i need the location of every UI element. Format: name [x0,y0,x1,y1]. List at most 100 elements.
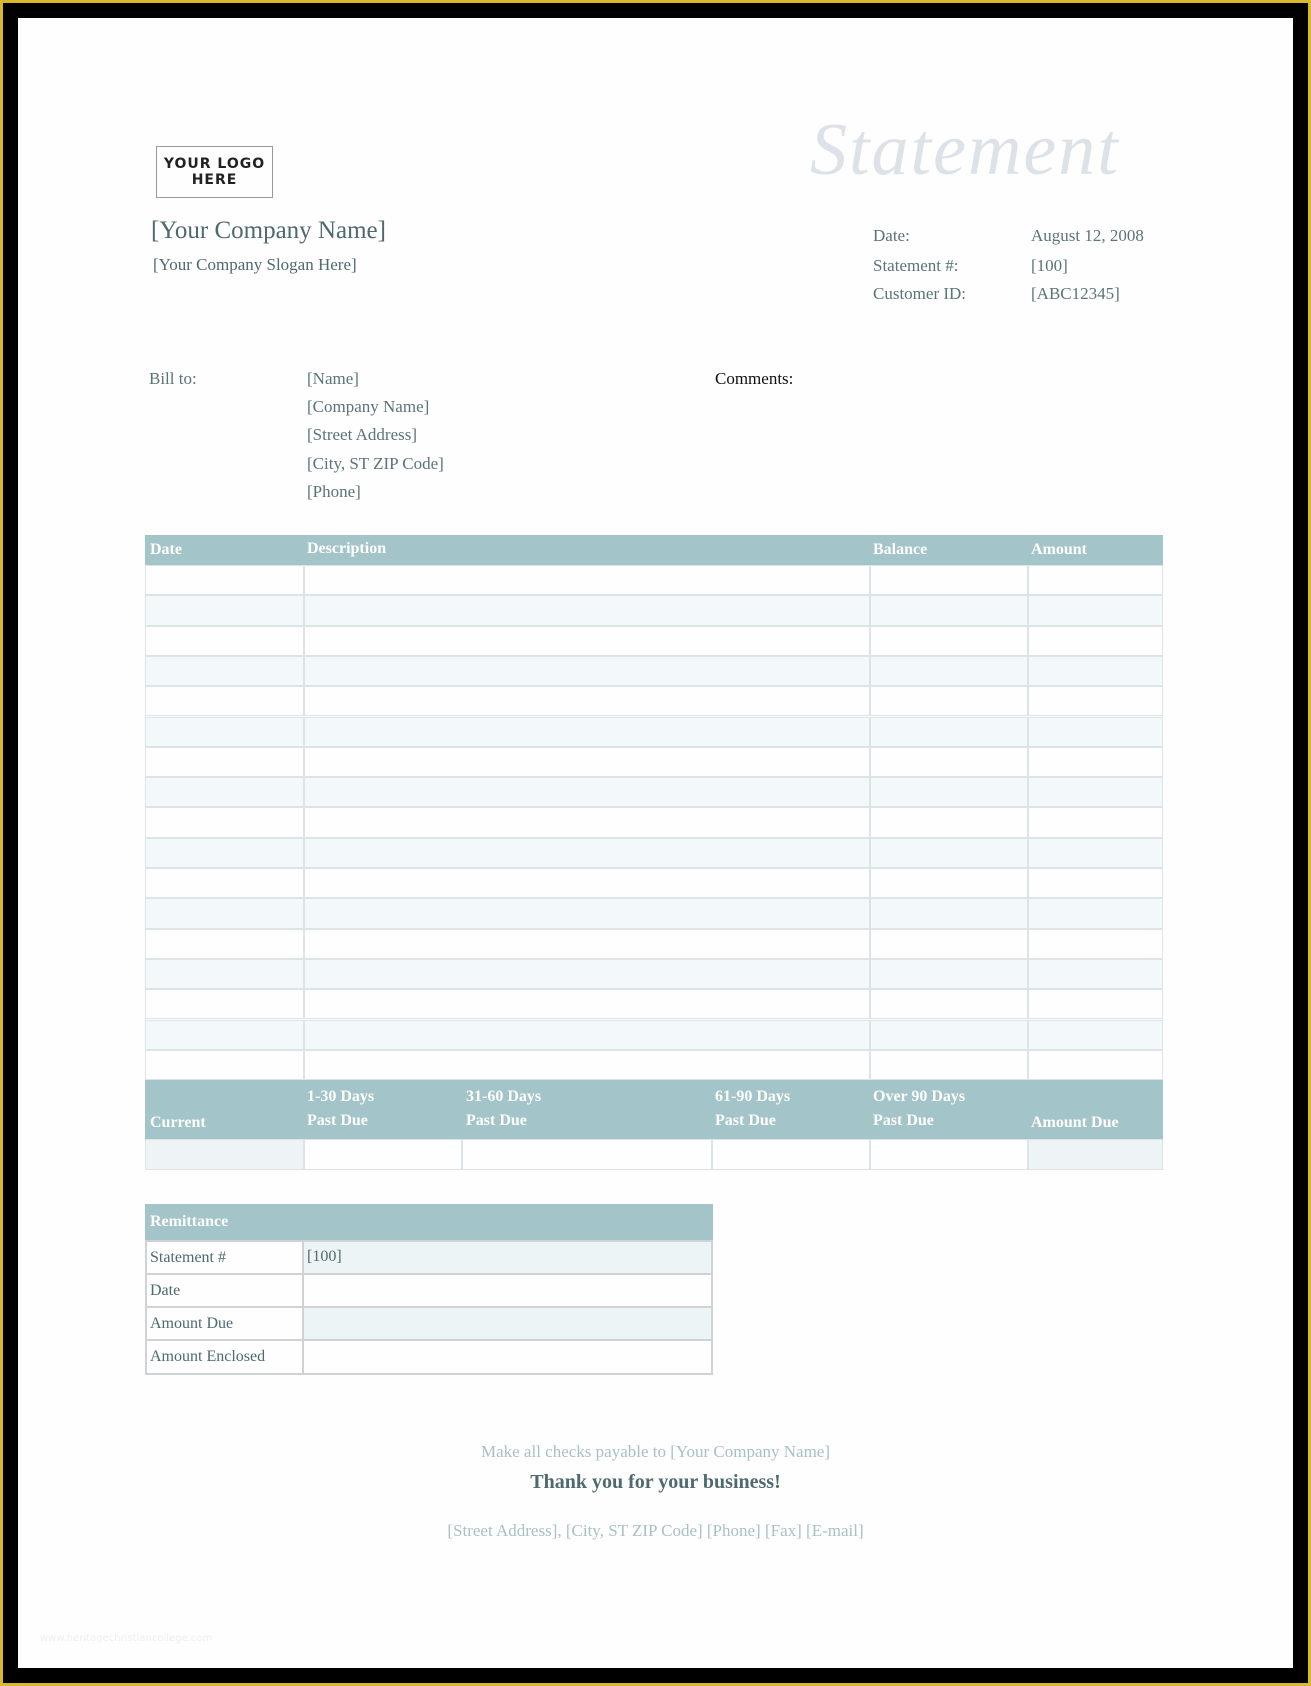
statement-cell-description[interactable] [304,928,870,959]
statement-cell-date[interactable] [145,928,304,959]
aging-cell-1-30[interactable] [304,1139,462,1170]
statement-cell-description[interactable] [304,625,870,656]
statement-cell-amount[interactable] [1028,837,1163,868]
remit-date-field[interactable] [302,1273,713,1308]
aging-cell-current[interactable] [145,1139,304,1170]
statement-row [145,837,1163,868]
statement-cell-amount[interactable] [1028,928,1163,959]
statement-cell-balance[interactable] [870,565,1028,596]
statement-cell-balance[interactable] [870,837,1028,868]
remit-date-label: Date [150,1282,181,1299]
bill-to-label: Bill to: [149,369,197,388]
statement-cell-amount[interactable] [1028,868,1163,899]
statement-cell-date[interactable] [145,716,304,747]
aging-header-amount-due: Amount Due [1031,1114,1119,1131]
statement-cell-description[interactable] [304,746,870,778]
statement-cell-description[interactable] [304,655,870,687]
statement-cell-amount[interactable] [1028,958,1163,990]
statement-cell-date[interactable] [145,989,304,1020]
statement-cell-description[interactable] [304,1019,870,1050]
statement-cell-description[interactable] [304,807,870,838]
statement-cell-amount[interactable] [1028,807,1163,838]
statement-cell-balance[interactable] [870,595,1028,626]
statement-cell-description[interactable] [304,595,870,626]
statement-row [145,1019,1163,1050]
statement-cell-amount[interactable] [1028,777,1163,808]
statement-cell-date[interactable] [145,777,304,808]
remittance-title: Remittance [150,1213,229,1230]
statement-cell-description[interactable] [304,989,870,1020]
meta-date-value: August 12, 2008 [1031,226,1144,245]
statement-cell-date[interactable] [145,625,304,656]
statement-cell-balance[interactable] [870,1019,1028,1050]
remit-statement-field[interactable]: [100] [302,1240,713,1275]
statement-cell-date[interactable] [145,655,304,687]
statement-cell-description[interactable] [304,1049,870,1081]
aging-table-header [145,1080,1163,1139]
aging-cell-amount-due[interactable] [1028,1139,1163,1170]
statement-cell-amount[interactable] [1028,655,1163,687]
statement-cell-date[interactable] [145,868,304,899]
statement-cell-description[interactable] [304,868,870,899]
statement-cell-balance[interactable] [870,777,1028,808]
statement-cell-balance[interactable] [870,989,1028,1020]
statement-cell-date[interactable] [145,1019,304,1050]
statement-cell-date[interactable] [145,898,304,929]
statement-cell-amount[interactable] [1028,625,1163,656]
thank-you-message: Thank you for your business! [530,1471,781,1493]
statement-cell-amount[interactable] [1028,898,1163,929]
statement-cell-date[interactable] [145,837,304,868]
statement-cell-date[interactable] [145,958,304,990]
col-header-balance: Balance [873,541,928,558]
statement-cell-amount[interactable] [1028,1049,1163,1081]
statement-cell-amount[interactable] [1028,989,1163,1020]
statement-cell-date[interactable] [145,1049,304,1081]
aging-cell-over-90[interactable] [870,1139,1028,1170]
statement-cell-date[interactable] [145,565,304,596]
statement-cell-amount[interactable] [1028,746,1163,778]
statement-row [145,686,1163,717]
statement-cell-balance[interactable] [870,686,1028,717]
statement-cell-description[interactable] [304,777,870,808]
statement-cell-balance[interactable] [870,655,1028,687]
statement-cell-description[interactable] [304,898,870,929]
statement-cell-description[interactable] [304,565,870,596]
statement-cell-balance[interactable] [870,898,1028,929]
statement-table-header [145,535,1163,565]
aging-table: Current 1-30 Days Past Due 31-60 Days Pa… [145,1080,1163,1170]
statement-cell-amount[interactable] [1028,565,1163,596]
statement-row [145,716,1163,747]
statement-cell-description[interactable] [304,686,870,717]
statement-cell-amount[interactable] [1028,595,1163,626]
aging-cell-31-60[interactable] [462,1139,712,1170]
statement-cell-amount[interactable] [1028,1019,1163,1050]
remit-row-statement-label-cell: Statement # [145,1240,304,1275]
remit-amount-due-field[interactable] [302,1306,713,1341]
statement-row [145,595,1163,626]
statement-cell-amount[interactable] [1028,716,1163,747]
statement-cell-date[interactable] [145,595,304,626]
statement-cell-description[interactable] [304,716,870,747]
comments-label: Comments: [715,369,794,388]
statement-cell-balance[interactable] [870,928,1028,959]
statement-cell-balance[interactable] [870,807,1028,838]
aging-header-31-60-line2: Past Due [466,1112,527,1129]
remit-amount-enclosed-field[interactable] [302,1339,713,1375]
statement-row [145,958,1163,990]
statement-cell-balance[interactable] [870,1049,1028,1081]
statement-cell-description[interactable] [304,837,870,868]
statement-cell-amount[interactable] [1028,686,1163,717]
statement-cell-balance[interactable] [870,716,1028,747]
statement-cell-date[interactable] [145,746,304,778]
statement-cell-date[interactable] [145,807,304,838]
statement-cell-balance[interactable] [870,746,1028,778]
statement-cell-description[interactable] [304,958,870,990]
statement-cell-balance[interactable] [870,625,1028,656]
aging-cell-61-90[interactable] [712,1139,870,1170]
statement-cell-balance[interactable] [870,958,1028,990]
statement-cell-date[interactable] [145,686,304,717]
statement-cell-balance[interactable] [870,868,1028,899]
statement-row [145,807,1163,838]
bill-to-company: [Company Name] [307,397,430,416]
col-header-description: Description [307,540,387,557]
